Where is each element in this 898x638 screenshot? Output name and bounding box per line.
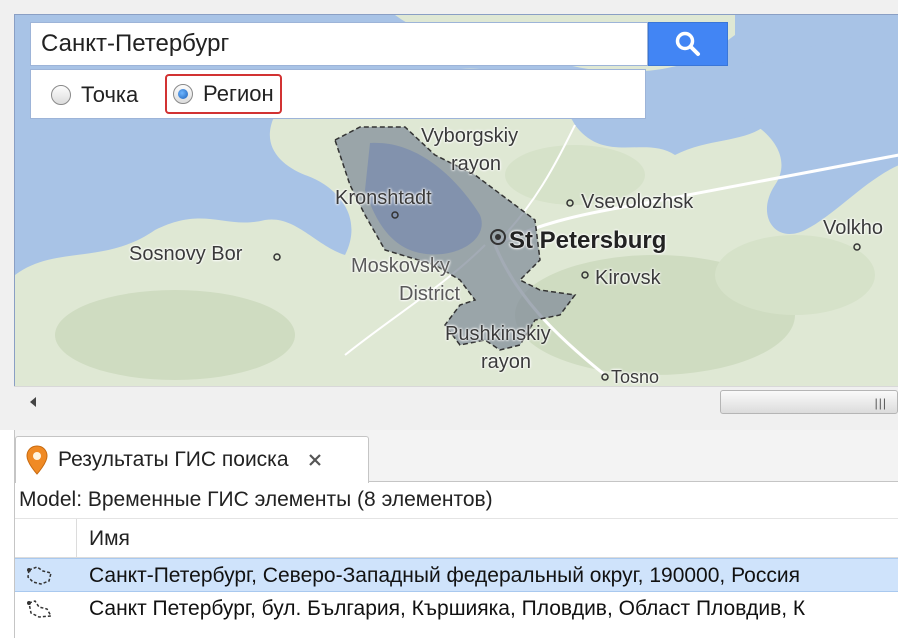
radio-point[interactable]: Точка — [51, 80, 138, 110]
search-button[interactable] — [648, 22, 728, 66]
radio-region[interactable]: Регион — [165, 74, 282, 114]
results-table: Имя Санкт-Петербург, Северо-Западный фед… — [15, 518, 898, 626]
tab-close-button[interactable] — [303, 448, 327, 472]
map-label-moskovsky-district: District — [399, 283, 461, 305]
map-pin-icon — [26, 445, 48, 475]
column-name-header[interactable]: Имя — [89, 527, 130, 551]
magnifier-icon — [675, 31, 700, 56]
radio-region-label: Регион — [203, 81, 274, 106]
search-bar: Санкт-Петербург — [30, 22, 728, 66]
search-mode-group: Точка Регион — [30, 69, 646, 119]
map-label-vyborgskiy-rayon: rayon — [451, 153, 502, 175]
map-label-sosnovy-bor: Sosnovy Bor — [129, 243, 243, 265]
map-label-moskovsky: Moskovsky — [351, 255, 450, 277]
map-label-pushkinskiy: Pushkinskiy — [445, 323, 551, 345]
arrow-left-icon — [30, 397, 36, 407]
map-label-kirovsk: Kirovsk — [595, 267, 661, 289]
table-row[interactable]: Санкт Петербург, бул. България, Кършияка… — [15, 592, 898, 626]
search-input[interactable]: Санкт-Петербург — [30, 22, 648, 66]
map-pane: Vyborgskiy rayon Kronshtadt Vsevolozhsk … — [0, 0, 898, 430]
map-label-vyborgskiy: Vyborgskiy — [421, 125, 519, 147]
polygon-icon — [27, 600, 53, 618]
close-icon — [308, 454, 321, 466]
map-label-pushkinskiy-rayon: rayon — [481, 351, 532, 373]
scroll-left-button[interactable] — [22, 391, 44, 413]
map-label-kronshtadt: Kronshtadt — [335, 187, 432, 209]
map-horizontal-scrollbar[interactable]: ||| — [14, 386, 898, 416]
map-label-vsevolozhsk: Vsevolozhsk — [581, 191, 694, 213]
results-panel: Результаты ГИС поиска Model: Временные Г… — [14, 430, 898, 638]
table-header: Имя — [15, 518, 898, 559]
radio-region-circle[interactable] — [173, 84, 193, 104]
tab-gis-results[interactable]: Результаты ГИС поиска — [15, 436, 369, 483]
grip-icon: ||| — [874, 396, 887, 410]
map-label-st-petersburg: St Petersburg — [509, 227, 667, 254]
radio-point-circle[interactable] — [51, 85, 71, 105]
map-label-tosno: Tosno — [611, 367, 660, 386]
column-icon-header[interactable] — [15, 519, 77, 559]
row-text: Санкт Петербург, бул. България, Кършияка… — [89, 597, 806, 620]
map-label-volkhov: Volkho — [823, 217, 884, 239]
polygon-icon — [27, 566, 52, 585]
scroll-thumb[interactable]: ||| — [720, 390, 898, 414]
tab-strip: Результаты ГИС поиска — [15, 430, 898, 483]
radio-point-label: Точка — [81, 82, 139, 107]
table-row[interactable]: Санкт-Петербург, Северо-Западный федерал… — [15, 558, 898, 592]
tab-label: Результаты ГИС поиска — [58, 448, 289, 471]
model-summary: Model: Временные ГИС элементы (8 элемент… — [19, 488, 493, 511]
row-text: Санкт-Петербург, Северо-Западный федерал… — [89, 564, 800, 587]
